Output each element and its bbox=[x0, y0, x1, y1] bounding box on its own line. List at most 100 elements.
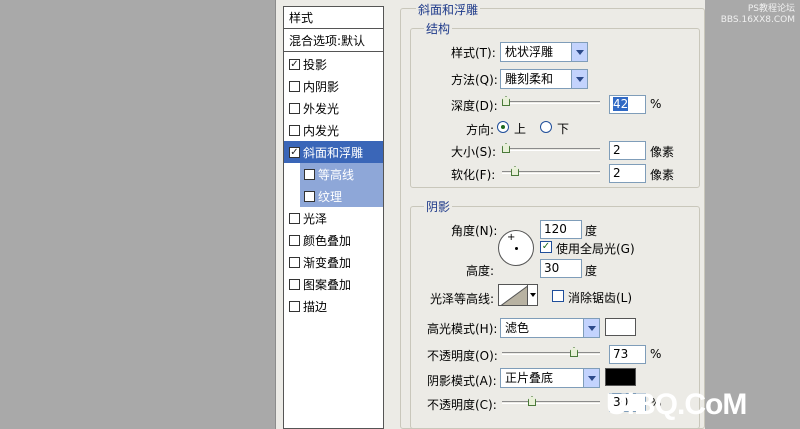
style-item-color-overlay[interactable]: 颜色叠加 bbox=[284, 229, 383, 251]
texture-checkbox[interactable] bbox=[304, 190, 315, 202]
style-select-value: 枕状浮雕 bbox=[505, 45, 554, 59]
outer-glow-checkbox[interactable] bbox=[289, 102, 300, 114]
drop-shadow-checkbox[interactable] bbox=[289, 58, 300, 70]
soften-label: 软化(F): bbox=[451, 168, 496, 182]
technique-select-value: 雕刻柔和 bbox=[505, 72, 554, 86]
style-item-label: 外发光 bbox=[303, 101, 340, 116]
watermark-top: PS教程论坛 BBS.16XX8.COM bbox=[721, 4, 795, 26]
anti-aliased-label: 消除锯齿(L) bbox=[568, 291, 633, 305]
style-item-satin[interactable]: 光泽 bbox=[284, 207, 383, 229]
chevron-down-icon bbox=[583, 369, 599, 387]
highlight-opacity-slider-track[interactable] bbox=[502, 352, 600, 355]
style-item-label: 内发光 bbox=[303, 123, 340, 138]
style-item-bevel-emboss[interactable]: 斜面和浮雕 bbox=[284, 141, 383, 163]
highlight-mode-select[interactable]: 滤色 bbox=[500, 318, 600, 338]
soften-unit: 像素 bbox=[650, 168, 675, 182]
size-unit: 像素 bbox=[650, 145, 675, 159]
pattern-overlay-checkbox[interactable] bbox=[289, 278, 300, 290]
depth-unit: % bbox=[650, 97, 662, 111]
anti-aliased-checkbox[interactable] bbox=[552, 290, 564, 302]
shading-title: 阴影 bbox=[424, 198, 453, 215]
depth-input[interactable]: 42 bbox=[609, 95, 646, 114]
style-item-label: 描边 bbox=[303, 299, 328, 314]
depth-value: 42 bbox=[613, 97, 629, 111]
chevron-down-icon bbox=[583, 319, 599, 337]
style-label: 样式(T): bbox=[451, 46, 496, 60]
style-item-label: 内阴影 bbox=[303, 79, 340, 94]
altitude-label: 高度: bbox=[466, 264, 495, 278]
depth-slider-track[interactable] bbox=[502, 101, 600, 104]
shadow-mode-value: 正片叠底 bbox=[505, 371, 554, 385]
technique-label: 方法(Q): bbox=[451, 73, 498, 87]
chevron-down-icon bbox=[571, 43, 587, 61]
size-input[interactable]: 2 bbox=[609, 141, 646, 160]
style-item-label: 投影 bbox=[303, 57, 328, 72]
direction-label: 方向: bbox=[466, 123, 495, 137]
highlight-opacity-input[interactable]: 73 bbox=[609, 345, 646, 364]
style-item-label: 颜色叠加 bbox=[303, 233, 352, 248]
global-light-checkbox[interactable]: ✓ bbox=[540, 241, 552, 253]
direction-down-label: 下 bbox=[557, 122, 570, 136]
global-light-label: 使用全局光(G) bbox=[556, 242, 635, 256]
style-select[interactable]: 枕状浮雕 bbox=[500, 42, 588, 62]
style-item-label: 纹理 bbox=[318, 189, 343, 204]
style-item-pattern-overlay[interactable]: 图案叠加 bbox=[284, 273, 383, 295]
structure-title: 结构 bbox=[424, 20, 453, 37]
bevel-emboss-checkbox[interactable] bbox=[289, 146, 300, 158]
watermark-top-line1: PS教程论坛 bbox=[747, 4, 795, 14]
color-overlay-checkbox[interactable] bbox=[289, 234, 300, 246]
watermark-bottom: UiBQ.CoM bbox=[606, 388, 747, 421]
altitude-input[interactable]: 30 bbox=[540, 259, 582, 278]
shadow-mode-label: 阴影模式(A): bbox=[427, 374, 497, 388]
style-item-outer-glow[interactable]: 外发光 bbox=[284, 97, 383, 119]
blend-options-item[interactable]: 混合选项:默认 bbox=[284, 30, 383, 52]
direction-up-label: 上 bbox=[514, 122, 527, 136]
styles-header[interactable]: 样式 bbox=[284, 7, 383, 29]
size-slider-track[interactable] bbox=[502, 148, 600, 151]
style-item-texture[interactable]: 纹理 bbox=[300, 185, 383, 207]
bevel-emboss-title: 斜面和浮雕 bbox=[416, 1, 481, 18]
style-item-gradient-overlay[interactable]: 渐变叠加 bbox=[284, 251, 383, 273]
style-item-stroke[interactable]: 描边 bbox=[284, 295, 383, 317]
stroke-checkbox[interactable] bbox=[289, 300, 300, 312]
style-item-label: 图案叠加 bbox=[303, 277, 352, 292]
direction-up-radio[interactable] bbox=[497, 121, 509, 133]
inner-glow-checkbox[interactable] bbox=[289, 124, 300, 136]
styles-list: 样式 混合选项:默认 投影 内阴影 外发光 内发光 斜面和浮雕 等高线 纹理 光… bbox=[283, 6, 384, 429]
shadow-color-swatch[interactable] bbox=[605, 368, 636, 386]
crosshair-icon: + bbox=[507, 232, 516, 243]
style-item-label: 等高线 bbox=[318, 167, 355, 182]
contour-checkbox[interactable] bbox=[304, 168, 315, 180]
shadow-mode-select[interactable]: 正片叠底 bbox=[500, 368, 600, 388]
depth-label: 深度(D): bbox=[451, 99, 498, 113]
highlight-color-swatch[interactable] bbox=[605, 318, 636, 336]
highlight-opacity-label: 不透明度(O): bbox=[427, 349, 498, 363]
satin-checkbox[interactable] bbox=[289, 212, 300, 224]
technique-select[interactable]: 雕刻柔和 bbox=[500, 69, 588, 89]
watermark-top-line2: BBS.16XX8.COM bbox=[720, 15, 795, 25]
direction-down-radio[interactable] bbox=[540, 121, 552, 133]
gradient-overlay-checkbox[interactable] bbox=[289, 256, 300, 268]
style-item-inner-shadow[interactable]: 内阴影 bbox=[284, 75, 383, 97]
inner-shadow-checkbox[interactable] bbox=[289, 80, 300, 92]
contour-curve-icon bbox=[500, 285, 527, 305]
shadow-opacity-slider-track[interactable] bbox=[502, 401, 600, 404]
altitude-unit: 度 bbox=[585, 264, 598, 278]
angle-unit: 度 bbox=[585, 224, 598, 238]
highlight-opacity-unit: % bbox=[650, 347, 662, 361]
style-item-drop-shadow[interactable]: 投影 bbox=[284, 53, 383, 75]
soften-input[interactable]: 2 bbox=[609, 164, 646, 183]
style-item-label: 斜面和浮雕 bbox=[303, 145, 364, 160]
angle-input[interactable]: 120 bbox=[540, 220, 582, 239]
style-item-label: 光泽 bbox=[303, 211, 328, 226]
size-label: 大小(S): bbox=[451, 145, 497, 159]
style-item-inner-glow[interactable]: 内发光 bbox=[284, 119, 383, 141]
angle-dial[interactable]: + bbox=[498, 230, 534, 266]
style-item-contour[interactable]: 等高线 bbox=[300, 163, 383, 185]
gloss-contour-picker[interactable] bbox=[498, 284, 528, 306]
gloss-contour-label: 光泽等高线: bbox=[430, 292, 495, 306]
contour-dropdown-button[interactable] bbox=[528, 284, 538, 306]
angle-label: 角度(N): bbox=[451, 224, 498, 238]
highlight-mode-value: 滤色 bbox=[505, 321, 530, 335]
highlight-mode-label: 高光模式(H): bbox=[427, 322, 498, 336]
